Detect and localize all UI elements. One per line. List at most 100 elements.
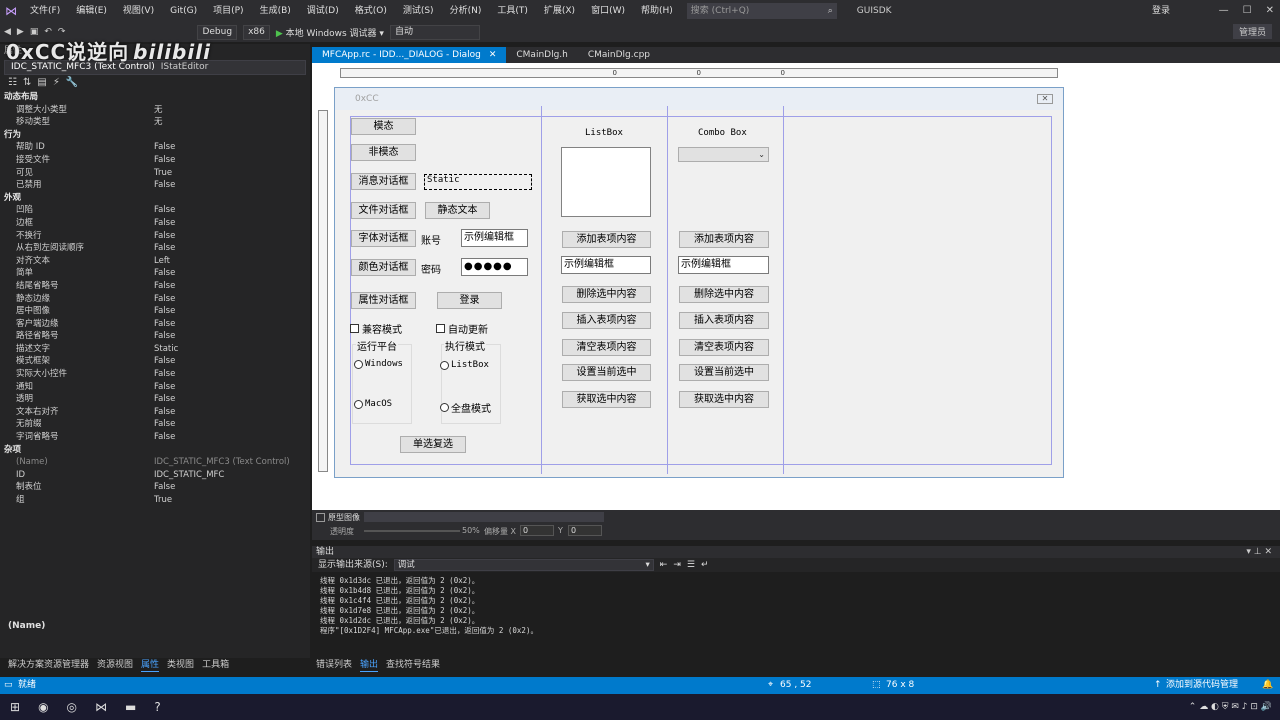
property-value[interactable]: False (150, 179, 310, 192)
property-value[interactable]: False (150, 217, 310, 230)
property-value[interactable]: False (150, 267, 310, 280)
tab-toolbox[interactable]: 工具箱 (202, 658, 229, 672)
property-row[interactable]: 模式框架 False (0, 355, 310, 368)
property-value[interactable]: Left (150, 255, 310, 268)
tab-output[interactable]: 输出 (360, 658, 379, 672)
dialog-close-icon[interactable]: ✕ (1037, 94, 1053, 104)
property-row[interactable]: 结尾省略号 False (0, 280, 310, 293)
edge-icon[interactable]: ◉ (38, 700, 48, 714)
property-value[interactable]: 无 (150, 116, 310, 129)
properties-icon[interactable]: ▤ (37, 77, 46, 89)
combo-getsel-button[interactable]: 获取选中内容 (679, 391, 769, 408)
prototype-image-path[interactable] (364, 512, 604, 522)
combo-insert-button[interactable]: 插入表项内容 (679, 312, 769, 329)
compat-mode-checkbox[interactable]: 兼容模式 (350, 321, 402, 336)
find-message-icon[interactable]: ⇤ (660, 558, 668, 572)
property-value[interactable]: False (150, 280, 310, 293)
windows-start-icon[interactable]: ⊞ (10, 700, 20, 714)
property-row[interactable]: 可见 True (0, 167, 310, 180)
notification-icon[interactable]: 🔔 (1262, 677, 1273, 694)
property-value[interactable]: True (150, 167, 310, 180)
menu-edit[interactable]: 编辑(E) (68, 0, 115, 22)
tab-class-view[interactable]: 类视图 (167, 658, 194, 672)
dropdown-icon[interactable]: ▾ (1246, 547, 1251, 557)
property-value[interactable]: False (150, 368, 310, 381)
wrench-icon[interactable]: 🔧 (66, 77, 78, 89)
property-value[interactable]: False (150, 393, 310, 406)
offset-y-input[interactable]: 0 (568, 525, 602, 536)
combo-add-button[interactable]: 添加表项内容 (679, 231, 769, 248)
listbox-edit-field[interactable]: 示例编辑框 (561, 256, 651, 274)
prototype-image-checkbox[interactable]: 原型图像 (316, 512, 360, 523)
property-row[interactable]: 文本右对齐 False (0, 406, 310, 419)
minimize-icon[interactable]: — (1219, 0, 1229, 22)
property-value[interactable]: False (150, 293, 310, 306)
property-row[interactable]: 帮助 ID False (0, 141, 310, 154)
help-icon[interactable]: ? (154, 700, 160, 714)
tab-resource-view[interactable]: 资源视图 (97, 658, 133, 672)
font-dialog-button[interactable]: 字体对话框 (351, 230, 416, 247)
property-value[interactable]: False (150, 355, 310, 368)
platform-select[interactable]: x86 (243, 24, 270, 40)
alphabetical-icon[interactable]: ⇅ (23, 77, 31, 89)
menu-window[interactable]: 窗口(W) (583, 0, 633, 22)
property-value[interactable] (150, 91, 310, 104)
chat-icon[interactable]: ▬ (125, 700, 136, 714)
property-value[interactable]: False (150, 431, 310, 444)
property-category[interactable]: 杂项 (0, 444, 310, 457)
property-value[interactable]: False (150, 481, 310, 494)
property-row[interactable]: 描述文字 Static (0, 343, 310, 356)
property-row[interactable]: (Name) IDC_STATIC_MFC3 (Text Control) (0, 456, 310, 469)
windows-radio[interactable]: Windows (354, 359, 403, 369)
visual-studio-icon[interactable]: ⋈ (95, 700, 107, 714)
property-row[interactable]: 透明 False (0, 393, 310, 406)
property-value[interactable]: False (150, 330, 310, 343)
property-row[interactable]: 简单 False (0, 267, 310, 280)
property-row[interactable]: ID IDC_STATIC_MFC (0, 469, 310, 482)
property-value[interactable]: False (150, 381, 310, 394)
property-value[interactable]: True (150, 494, 310, 507)
listbox-getsel-button[interactable]: 获取选中内容 (562, 391, 651, 408)
property-row[interactable]: 无前缀 False (0, 418, 310, 431)
property-row[interactable]: 组 True (0, 494, 310, 507)
property-value[interactable] (150, 444, 310, 457)
property-value[interactable]: False (150, 305, 310, 318)
listbox-clear-button[interactable]: 清空表项内容 (562, 339, 651, 356)
property-row[interactable]: 接受文件 False (0, 154, 310, 167)
property-row[interactable]: 不换行 False (0, 230, 310, 243)
menu-project[interactable]: 项目(P) (205, 0, 251, 22)
property-row[interactable]: 对齐文本 Left (0, 255, 310, 268)
property-value[interactable]: Static (150, 343, 310, 356)
listbox-delete-button[interactable]: 删除选中内容 (562, 286, 651, 303)
menu-format[interactable]: 格式(O) (347, 0, 395, 22)
password-field[interactable]: ●●●●● (461, 258, 528, 276)
search-icon[interactable]: ⌕ (828, 3, 833, 19)
combo-clear-button[interactable]: 清空表项内容 (679, 339, 769, 356)
menu-file[interactable]: 文件(F) (22, 0, 68, 22)
property-row[interactable]: 移动类型 无 (0, 116, 310, 129)
combo-delete-button[interactable]: 删除选中内容 (679, 286, 769, 303)
menu-build[interactable]: 生成(B) (252, 0, 299, 22)
auto-select[interactable]: 自动 (389, 24, 480, 40)
property-row[interactable]: 凹陷 False (0, 204, 310, 217)
listbox-setsel-button[interactable]: 设置当前选中 (562, 364, 651, 381)
menu-debug[interactable]: 调试(D) (299, 0, 347, 22)
property-value[interactable]: IDC_STATIC_MFC (150, 469, 310, 482)
login-link[interactable]: 登录 (1152, 0, 1170, 22)
file-dialog-button[interactable]: 文件对话框 (351, 202, 416, 219)
menu-view[interactable]: 视图(V) (115, 0, 162, 22)
property-value[interactable]: False (150, 406, 310, 419)
property-category[interactable]: 外观 (0, 192, 310, 205)
designed-dialog[interactable]: 0xCC ✕ 模态 非模态 消息对话框 Static 文件对话框 静态文本 字体… (334, 87, 1064, 478)
account-field[interactable]: 示例编辑框 (461, 229, 528, 247)
listbox-insert-button[interactable]: 插入表项内容 (562, 312, 651, 329)
property-row[interactable]: 已禁用 False (0, 179, 310, 192)
tab-solution-explorer[interactable]: 解决方案资源管理器 (8, 658, 89, 672)
listbox[interactable] (561, 147, 651, 217)
obs-icon[interactable]: ◎ (67, 700, 77, 714)
menu-git[interactable]: Git(G) (162, 0, 205, 22)
menu-analyze[interactable]: 分析(N) (442, 0, 490, 22)
close-icon[interactable]: ✕ (1264, 547, 1272, 557)
combo-setsel-button[interactable]: 设置当前选中 (679, 364, 769, 381)
property-row[interactable]: 制表位 False (0, 481, 310, 494)
